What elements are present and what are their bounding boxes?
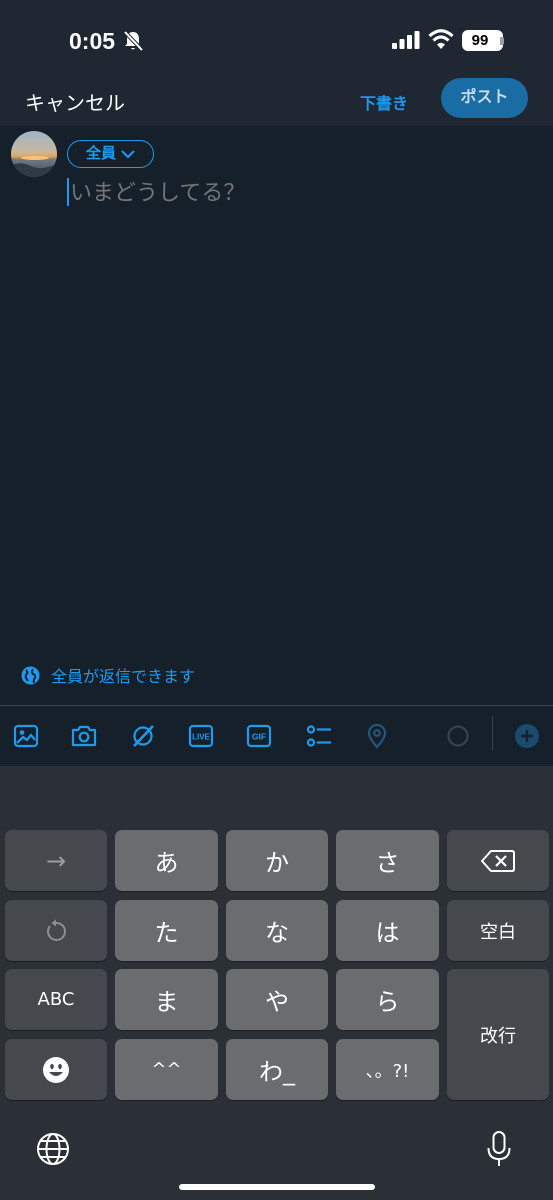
status-bar: 0:05 99 <box>0 0 553 78</box>
home-indicator <box>179 1184 375 1190</box>
progress-circle-icon <box>447 725 469 747</box>
key-abc[interactable]: ABC <box>5 969 107 1030</box>
reply-setting-label: 全員が返信できます <box>51 667 196 686</box>
gif-icon[interactable]: GIF <box>245 722 273 750</box>
add-icon[interactable] <box>513 722 541 750</box>
battery-indicator: 99 <box>462 30 503 51</box>
battery-tip <box>500 37 504 45</box>
image-icon[interactable] <box>12 722 40 750</box>
key-space[interactable]: 空白 <box>447 900 549 961</box>
key-ha[interactable]: は <box>336 900 439 961</box>
key-sa[interactable]: さ <box>336 830 439 891</box>
live-icon-text: LIVE <box>192 733 210 742</box>
location-icon[interactable] <box>363 722 391 750</box>
globe-icon <box>21 666 40 684</box>
key-a[interactable]: あ <box>115 830 218 891</box>
key-na[interactable]: な <box>226 900 328 961</box>
emoji-icon <box>43 1056 69 1083</box>
key-next-arrow[interactable]: → <box>5 830 107 891</box>
drafts-button[interactable]: 下書き <box>360 90 408 114</box>
key-small-kana[interactable]: ^^ <box>115 1039 218 1100</box>
poll-icon[interactable] <box>305 722 333 750</box>
key-ma[interactable]: ま <box>115 969 218 1030</box>
avatar[interactable] <box>11 131 57 177</box>
status-time: 0:05 <box>69 28 116 54</box>
key-punctuation[interactable]: 、。?! <box>336 1039 439 1100</box>
keyboard: → あ か さ た な は 空白 ABC ま や ら 改行 ^^ わ_ 、。?! <box>0 766 553 1200</box>
globe-keyboard-switch-icon[interactable] <box>36 1132 70 1166</box>
key-ra[interactable]: ら <box>336 969 439 1030</box>
cellular-signal-icon <box>392 31 420 49</box>
undo-icon <box>47 919 66 941</box>
toolbar-separator <box>492 716 493 750</box>
microphone-icon[interactable] <box>486 1130 512 1168</box>
wifi-icon <box>428 29 454 49</box>
avatar-image <box>11 131 57 177</box>
compose-text-input[interactable] <box>70 176 530 210</box>
audience-label: 全員 <box>86 144 117 162</box>
reply-setting[interactable]: 全員が返信できます <box>21 663 195 687</box>
audience-selector[interactable]: 全員 <box>67 140 154 168</box>
key-ta[interactable]: た <box>115 900 218 961</box>
key-ya[interactable]: や <box>226 969 328 1030</box>
silent-bell-icon <box>123 30 144 52</box>
live-icon[interactable]: LIVE <box>187 722 215 750</box>
key-return[interactable]: 改行 <box>447 969 549 1100</box>
compose-toolbar: LIVE GIF <box>0 706 553 766</box>
battery-level: 99 <box>471 32 489 49</box>
key-wa[interactable]: わ_ <box>226 1039 328 1100</box>
text-caret <box>67 178 69 206</box>
key-undo[interactable] <box>5 900 107 961</box>
key-backspace[interactable] <box>447 830 549 891</box>
grok-icon[interactable] <box>129 722 157 750</box>
key-ka[interactable]: か <box>226 830 328 891</box>
gif-icon-text: GIF <box>252 732 266 742</box>
cancel-button[interactable]: キャンセル <box>25 87 125 116</box>
key-emoji[interactable] <box>5 1039 107 1100</box>
backspace-icon <box>481 849 515 872</box>
compose-header: キャンセル 下書き ポスト <box>0 78 553 126</box>
camera-icon[interactable] <box>70 722 98 750</box>
post-button[interactable]: ポスト <box>441 78 528 118</box>
chevron-down-icon <box>121 150 135 159</box>
